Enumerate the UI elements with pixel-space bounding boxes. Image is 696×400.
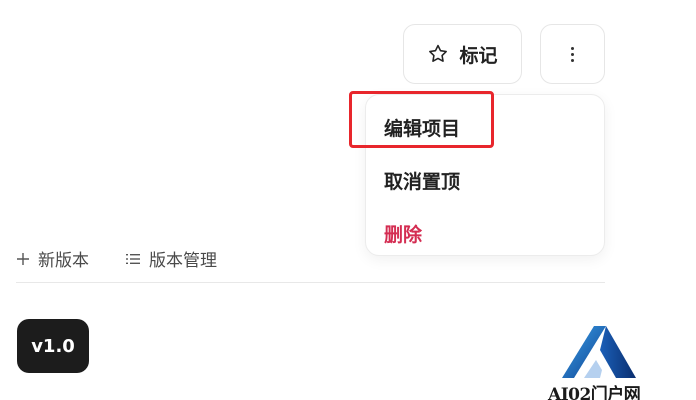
menu-item-edit-project[interactable]: 编辑项目 [384, 114, 460, 141]
mark-button-label: 标记 [459, 44, 498, 67]
more-options-button[interactable] [540, 24, 605, 84]
list-icon [126, 253, 140, 264]
menu-item-delete[interactable]: 删除 [384, 220, 422, 247]
manage-versions-label: 版本管理 [149, 251, 217, 271]
divider [16, 282, 605, 283]
more-options-menu: 编辑项目 取消置顶 删除 [365, 94, 605, 256]
menu-item-unpin[interactable]: 取消置顶 [384, 167, 460, 194]
page-root: 标记 编辑项目 取消置顶 删除 新版本 版本管理 v1.0 AI02门户网 [0, 0, 696, 400]
watermark-logo: AI02门户网 [548, 322, 648, 400]
watermark-text: AI02门户网 [548, 385, 641, 400]
plus-icon [17, 252, 29, 265]
new-version-label: 新版本 [38, 251, 89, 271]
mark-button[interactable]: 标记 [403, 24, 522, 84]
logo-icon [562, 326, 636, 378]
version-badge[interactable]: v1.0 [17, 319, 89, 373]
star-outline-icon [429, 44, 448, 62]
kebab-vertical-icon [571, 46, 574, 62]
new-version-button[interactable]: 新版本 [16, 246, 89, 271]
version-toolbar: 新版本 版本管理 [16, 246, 217, 271]
manage-versions-button[interactable]: 版本管理 [125, 246, 217, 271]
